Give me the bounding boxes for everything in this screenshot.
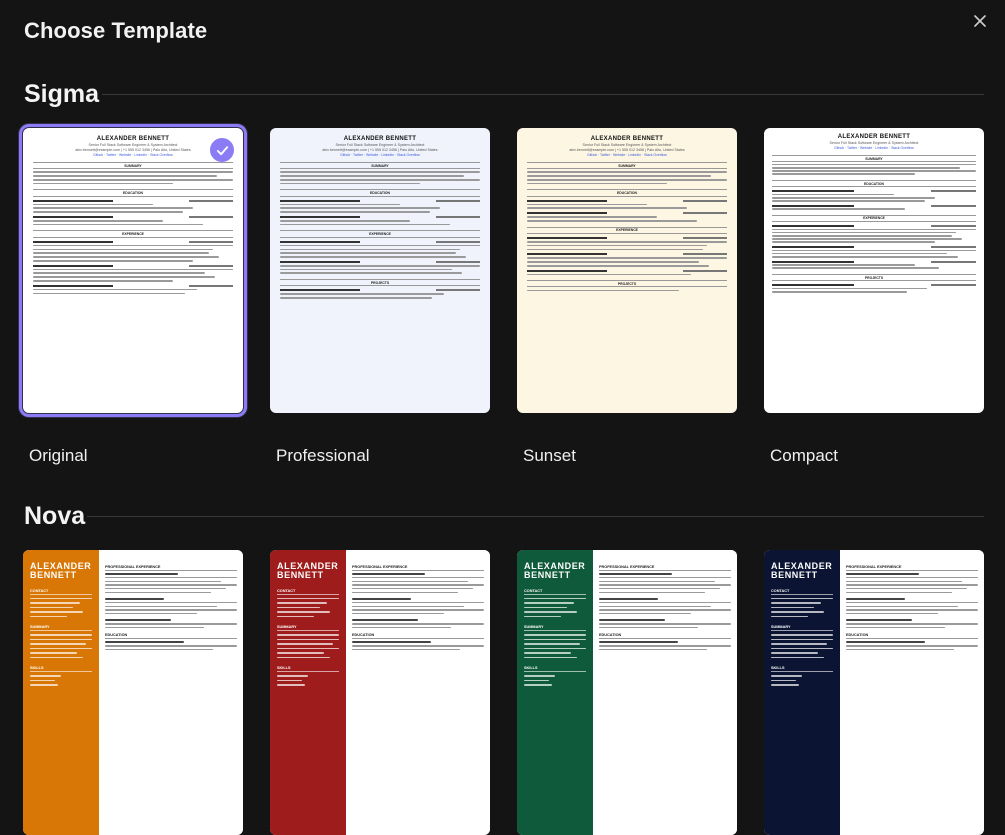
preview-heading: PROJECTS bbox=[527, 280, 727, 288]
preview-heading: PROFESSIONAL EXPERIENCE bbox=[352, 565, 484, 571]
template-thumbnail[interactable]: ALEXANDER BENNETT Senior Full Stack Soft… bbox=[517, 128, 737, 413]
template-thumbnail[interactable]: ALEXANDER BENNETT Senior Full Stack Soft… bbox=[764, 128, 984, 413]
close-icon bbox=[974, 15, 986, 27]
preview-heading: SUMMARY bbox=[772, 155, 976, 163]
preview-role: Senior Full Stack Software Engineer & Sy… bbox=[829, 141, 919, 145]
preview-heading: PROFESSIONAL EXPERIENCE bbox=[846, 565, 978, 571]
preview-heading: SUMMARY bbox=[527, 162, 727, 170]
preview-heading: SUMMARY bbox=[33, 162, 233, 170]
preview-sidebar: ALEXANDER BENNETT CONTACT SUMMARY SKILLS bbox=[23, 550, 99, 835]
preview-heading: PROJECTS bbox=[772, 273, 976, 282]
preview-name: ALEXANDER BENNETT bbox=[837, 134, 911, 140]
dialog-header: Choose Template bbox=[0, 0, 1005, 62]
dialog-title: Choose Template bbox=[24, 18, 208, 43]
preview-heading: EDUCATION bbox=[527, 189, 727, 197]
preview-heading: PROFESSIONAL EXPERIENCE bbox=[105, 565, 237, 571]
preview-heading: EXPERIENCE bbox=[527, 226, 727, 234]
preview-side-heading: SKILLS bbox=[771, 666, 833, 673]
preview-role: Senior Full Stack Software Engineer & Sy… bbox=[335, 143, 425, 147]
preview-side-heading: SKILLS bbox=[277, 666, 339, 673]
preview-heading: EXPERIENCE bbox=[772, 214, 976, 223]
resume-preview: ALEXANDER BENNETT CONTACT SUMMARY SKILLS… bbox=[270, 550, 490, 835]
template-thumbnail[interactable]: ALEXANDER BENNETT CONTACT SUMMARY SKILLS… bbox=[270, 550, 490, 835]
template-label: Professional bbox=[276, 446, 370, 465]
preview-side-heading: SUMMARY bbox=[277, 625, 339, 632]
preview-heading: SUMMARY bbox=[280, 162, 480, 170]
preview-side-heading: SUMMARY bbox=[771, 625, 833, 632]
preview-sidebar: ALEXANDER BENNETT CONTACT SUMMARY SKILLS bbox=[517, 550, 593, 835]
checkmark-icon bbox=[216, 145, 228, 155]
preview-side-heading: CONTACT bbox=[30, 589, 92, 595]
preview-side-heading: CONTACT bbox=[771, 589, 833, 595]
preview-contact: alex.bennett@example.com | +1 555 012 34… bbox=[75, 148, 191, 152]
selected-check-badge bbox=[210, 138, 234, 162]
preview-main: PROFESSIONAL EXPERIENCE EDUCATION bbox=[840, 550, 984, 835]
resume-preview: ALEXANDER BENNETT CONTACT SUMMARY SKILLS… bbox=[23, 550, 243, 835]
preview-name: ALEXANDER BENNETT bbox=[590, 136, 664, 142]
template-thumbnail[interactable]: ALEXANDER BENNETT CONTACT SUMMARY SKILLS… bbox=[23, 550, 243, 835]
template-label: Compact bbox=[770, 446, 839, 465]
preview-sidebar: ALEXANDER BENNETT CONTACT SUMMARY SKILLS bbox=[270, 550, 346, 835]
preview-heading: EDUCATION bbox=[352, 633, 484, 640]
preview-heading: EXPERIENCE bbox=[280, 230, 480, 238]
preview-heading: EDUCATION bbox=[33, 189, 233, 197]
preview-main: PROFESSIONAL EXPERIENCE EDUCATION bbox=[593, 550, 737, 835]
preview-name-last: BENNETT bbox=[30, 570, 77, 581]
preview-side-heading: SUMMARY bbox=[524, 625, 586, 632]
preview-contact: alex.bennett@example.com | +1 555 012 34… bbox=[569, 148, 685, 152]
section-divider bbox=[102, 94, 984, 95]
template-thumbnail[interactable]: ALEXANDER BENNETT Senior Full Stack Soft… bbox=[270, 128, 490, 413]
preview-sidebar: ALEXANDER BENNETT CONTACT SUMMARY SKILLS bbox=[764, 550, 840, 835]
preview-links: Github · Twitter · Website · LinkedIn · … bbox=[587, 153, 667, 157]
preview-main: PROFESSIONAL EXPERIENCE EDUCATION bbox=[346, 550, 490, 835]
preview-side-heading: CONTACT bbox=[524, 589, 586, 595]
template-thumbnail[interactable]: ALEXANDER BENNETT CONTACT SUMMARY SKILLS… bbox=[764, 550, 984, 835]
preview-heading: EDUCATION bbox=[599, 633, 731, 640]
preview-contact: alex.bennett@example.com | +1 555 012 34… bbox=[322, 148, 438, 152]
preview-heading: EDUCATION bbox=[772, 179, 976, 188]
close-button[interactable] bbox=[967, 8, 993, 34]
preview-links: Github · Twitter · Website · LinkedIn · … bbox=[834, 146, 914, 150]
preview-side-heading: SUMMARY bbox=[30, 625, 92, 632]
template-label: Original bbox=[29, 446, 88, 465]
template-thumbnail[interactable]: ALEXANDER BENNETT CONTACT SUMMARY SKILLS… bbox=[517, 550, 737, 835]
template-thumbnail[interactable]: ALEXANDER BENNETT Senior Full Stack Soft… bbox=[19, 124, 247, 417]
preview-side-heading: CONTACT bbox=[277, 589, 339, 595]
preview-name-last: BENNETT bbox=[524, 570, 571, 581]
preview-main: PROFESSIONAL EXPERIENCE EDUCATION bbox=[99, 550, 243, 835]
preview-heading: PROJECTS bbox=[280, 279, 480, 287]
resume-preview: ALEXANDER BENNETT Senior Full Stack Soft… bbox=[764, 128, 984, 299]
preview-links: Github · Twitter · Website · LinkedIn · … bbox=[93, 153, 173, 157]
section-divider bbox=[87, 516, 984, 517]
preview-name: ALEXANDER BENNETT bbox=[96, 136, 170, 142]
section-title-sigma: Sigma bbox=[24, 80, 100, 108]
preview-side-heading: SKILLS bbox=[524, 666, 586, 673]
preview-name-last: BENNETT bbox=[771, 570, 818, 581]
preview-side-heading: SKILLS bbox=[30, 666, 92, 673]
section-title-nova: Nova bbox=[24, 502, 86, 530]
preview-heading: EXPERIENCE bbox=[33, 230, 233, 238]
resume-preview: ALEXANDER BENNETT CONTACT SUMMARY SKILLS… bbox=[517, 550, 737, 835]
preview-heading: PROFESSIONAL EXPERIENCE bbox=[599, 565, 731, 571]
preview-name-last: BENNETT bbox=[277, 570, 324, 581]
template-label: Sunset bbox=[523, 446, 576, 465]
preview-heading: EDUCATION bbox=[846, 633, 978, 640]
preview-heading: EDUCATION bbox=[280, 189, 480, 197]
preview-name: ALEXANDER BENNETT bbox=[343, 136, 417, 142]
resume-preview: ALEXANDER BENNETT Senior Full Stack Soft… bbox=[270, 128, 490, 307]
resume-preview: ALEXANDER BENNETT CONTACT SUMMARY SKILLS… bbox=[764, 550, 984, 835]
preview-links: Github · Twitter · Website · LinkedIn · … bbox=[340, 153, 420, 157]
resume-preview: ALEXANDER BENNETT Senior Full Stack Soft… bbox=[517, 128, 737, 299]
preview-role: Senior Full Stack Software Engineer & Sy… bbox=[582, 143, 672, 147]
preview-role: Senior Full Stack Software Engineer & Sy… bbox=[88, 143, 178, 147]
preview-heading: EDUCATION bbox=[105, 633, 237, 640]
